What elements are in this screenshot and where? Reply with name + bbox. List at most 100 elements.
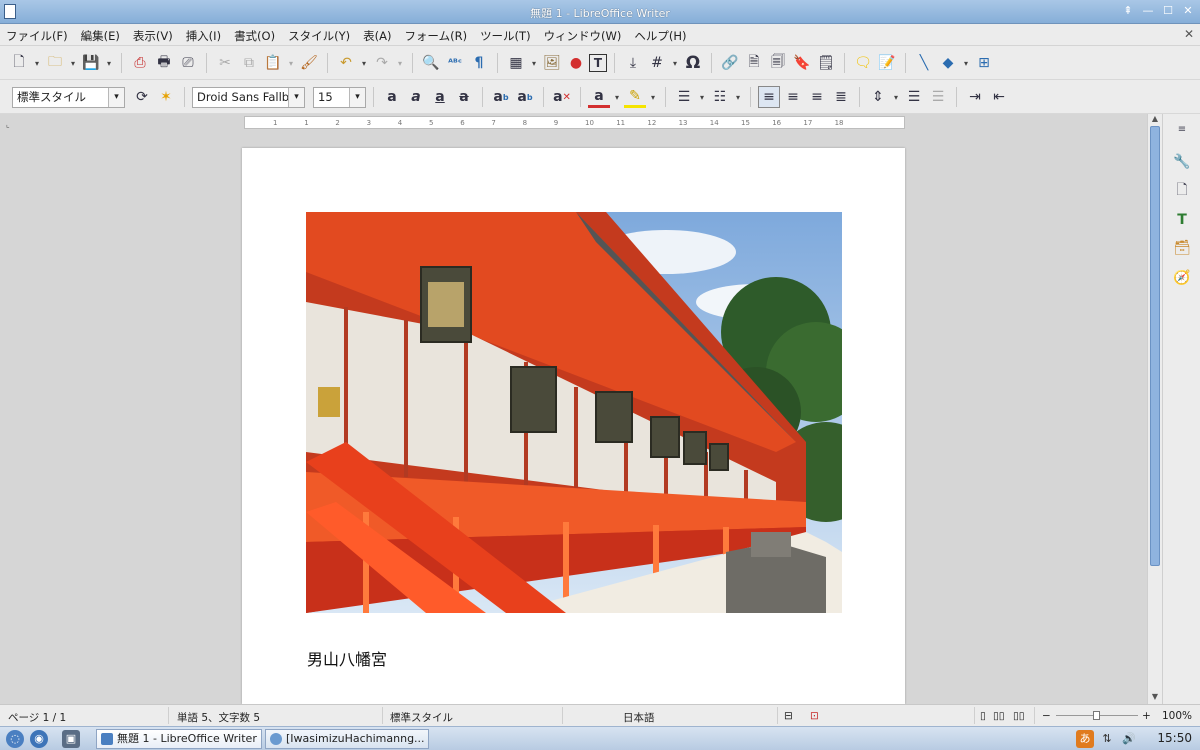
update-style-icon[interactable]: ⟳ bbox=[131, 86, 153, 108]
find-replace-icon[interactable]: 🔍 bbox=[420, 52, 442, 74]
redo-icon[interactable]: ↷ bbox=[371, 52, 393, 74]
status-language[interactable]: 日本語 bbox=[623, 710, 655, 725]
minimize-button[interactable]: — bbox=[1142, 4, 1154, 18]
clone-formatting-icon[interactable]: 🖌 bbox=[298, 52, 320, 74]
word-count[interactable]: 単語 5、文字数 5 bbox=[177, 710, 260, 725]
page-break-icon[interactable]: ⤓ bbox=[622, 52, 644, 74]
save-icon[interactable]: 💾 bbox=[80, 52, 102, 74]
styles-icon[interactable]: T bbox=[1172, 210, 1192, 230]
horizontal-ruler[interactable]: 1 1 2 3 4 5 6 7 8 9 10 11 12 13 14 15 16 17 18 bbox=[244, 116, 905, 129]
volume-icon[interactable]: 🔊 bbox=[1120, 730, 1138, 748]
align-left-icon[interactable]: ≡ bbox=[758, 86, 780, 108]
table-dropdown-icon[interactable]: ▾ bbox=[529, 52, 539, 74]
redo-dropdown-icon[interactable]: ▾ bbox=[395, 52, 405, 74]
status-page-style[interactable]: 標準スタイル bbox=[390, 710, 453, 725]
justify-icon[interactable]: ≣ bbox=[830, 86, 852, 108]
insert-line-icon[interactable]: ╲ bbox=[913, 52, 935, 74]
paste-icon[interactable]: 📋 bbox=[262, 52, 284, 74]
shade-window-icon[interactable]: ⇞ bbox=[1122, 4, 1134, 18]
comment-icon[interactable]: 🗨 bbox=[852, 52, 874, 74]
special-character-icon[interactable]: Ω bbox=[682, 52, 704, 74]
copy-icon[interactable]: ⧉ bbox=[238, 52, 260, 74]
align-center-icon[interactable]: ≡ bbox=[782, 86, 804, 108]
gallery-icon[interactable]: 🗃 bbox=[1172, 238, 1192, 258]
bookmark-icon[interactable]: 🔖 bbox=[791, 52, 813, 74]
close-window-button[interactable]: ✕ bbox=[1182, 4, 1194, 18]
align-right-icon[interactable]: ≡ bbox=[806, 86, 828, 108]
menu-form[interactable]: フォーム(R) bbox=[404, 28, 467, 44]
track-changes-icon[interactable]: 📝 bbox=[876, 52, 898, 74]
chevron-down-icon[interactable]: ▾ bbox=[349, 87, 365, 107]
new-style-icon[interactable]: ✶ bbox=[155, 86, 177, 108]
line-spacing-dropdown-icon[interactable]: ▾ bbox=[891, 86, 901, 108]
new-document-icon[interactable]: 🗋 bbox=[8, 52, 30, 74]
tab-stop-icon[interactable]: ⌞ bbox=[6, 120, 10, 129]
scroll-thumb[interactable] bbox=[1150, 126, 1160, 566]
menu-table[interactable]: 表(A) bbox=[363, 28, 391, 44]
endnote-icon[interactable]: 🗐 bbox=[767, 52, 789, 74]
network-icon[interactable]: ⇅ bbox=[1098, 730, 1116, 748]
superscript-icon[interactable]: ab bbox=[490, 86, 512, 108]
highlight-color-icon[interactable]: ✎ bbox=[624, 86, 646, 108]
hyperlink-icon[interactable]: 🔗 bbox=[719, 52, 741, 74]
basic-shapes-icon[interactable]: ◆ bbox=[937, 52, 959, 74]
page-count[interactable]: ページ 1 / 1 bbox=[8, 710, 66, 725]
task-browser-button[interactable]: [IwasimizuHachimanng... bbox=[265, 729, 429, 749]
decrease-indent-icon[interactable]: ⇤ bbox=[988, 86, 1010, 108]
ime-indicator-icon[interactable]: あ bbox=[1076, 730, 1094, 748]
undo-dropdown-icon[interactable]: ▾ bbox=[359, 52, 369, 74]
spelling-icon[interactable]: ᴬᴮᶜ bbox=[444, 52, 466, 74]
line-spacing-icon[interactable]: ⇕ bbox=[867, 86, 889, 108]
increase-indent-icon[interactable]: ⇥ bbox=[964, 86, 986, 108]
insert-textbox-icon[interactable]: T bbox=[589, 54, 607, 72]
cut-icon[interactable]: ✂ bbox=[214, 52, 236, 74]
field-dropdown-icon[interactable]: ▾ bbox=[670, 52, 680, 74]
menu-styles[interactable]: スタイル(Y) bbox=[288, 28, 350, 44]
export-pdf-icon[interactable]: ⎙ bbox=[129, 52, 151, 74]
font-color-icon[interactable]: a bbox=[588, 86, 610, 108]
shrine-photo[interactable] bbox=[306, 212, 842, 613]
save-dropdown-icon[interactable]: ▾ bbox=[104, 52, 114, 74]
insert-field-icon[interactable]: # bbox=[646, 52, 668, 74]
browser-launcher-icon[interactable]: ◉ bbox=[30, 730, 48, 748]
bullet-dropdown-icon[interactable]: ▾ bbox=[697, 86, 707, 108]
shapes-dropdown-icon[interactable]: ▾ bbox=[961, 52, 971, 74]
maximize-button[interactable]: ☐ bbox=[1162, 4, 1174, 18]
paragraph-style-combo[interactable]: 標準スタイル ▾ bbox=[12, 86, 125, 108]
clear-formatting-icon[interactable]: a ✕ bbox=[551, 86, 573, 108]
menu-help[interactable]: ヘルプ(H) bbox=[634, 28, 686, 44]
navigator-icon[interactable]: 🧭 bbox=[1172, 268, 1192, 288]
insert-chart-icon[interactable]: ● bbox=[565, 52, 587, 74]
bold-icon[interactable]: a bbox=[381, 86, 403, 108]
open-dropdown-icon[interactable]: ▾ bbox=[68, 52, 78, 74]
draw-functions-icon[interactable]: ⊞ bbox=[973, 52, 995, 74]
menu-insert[interactable]: 挿入(I) bbox=[186, 28, 221, 44]
scroll-up-icon[interactable]: ▲ bbox=[1148, 114, 1162, 126]
insert-image-icon[interactable]: 🖼 bbox=[541, 52, 563, 74]
vertical-scrollbar[interactable]: ▲ ▼ bbox=[1147, 114, 1162, 704]
menu-tools[interactable]: ツール(T) bbox=[480, 28, 531, 44]
document-caption[interactable]: 男山八幡宮 bbox=[307, 646, 387, 670]
decrease-paragraph-spacing-icon[interactable]: ☰ bbox=[927, 86, 949, 108]
menu-format[interactable]: 書式(O) bbox=[234, 28, 275, 44]
print-preview-icon[interactable]: ⎚ bbox=[177, 52, 199, 74]
single-page-view-icon[interactable]: ▯ bbox=[980, 710, 986, 722]
menu-window[interactable]: ウィンドウ(W) bbox=[544, 28, 622, 44]
clock[interactable]: 15:50 bbox=[1157, 731, 1192, 745]
chevron-down-icon[interactable]: ▾ bbox=[108, 87, 124, 107]
menu-edit[interactable]: 編集(E) bbox=[81, 28, 120, 44]
bullet-list-icon[interactable]: ☰ bbox=[673, 86, 695, 108]
open-folder-icon[interactable]: 🗀 bbox=[44, 52, 66, 74]
close-document-icon[interactable]: ✕ bbox=[1184, 27, 1194, 41]
show-desktop-icon[interactable]: ▣ bbox=[62, 730, 80, 748]
insert-table-icon[interactable]: ▦ bbox=[505, 52, 527, 74]
footnote-icon[interactable]: 🗎 bbox=[743, 52, 765, 74]
multi-page-view-icon[interactable]: ▯▯ bbox=[993, 710, 1005, 722]
numbered-dropdown-icon[interactable]: ▾ bbox=[733, 86, 743, 108]
digital-signature-icon[interactable]: ⊡ bbox=[810, 710, 819, 722]
chevron-down-icon[interactable]: ▾ bbox=[288, 87, 304, 107]
font-name-combo[interactable]: Droid Sans Fallba ▾ bbox=[192, 86, 305, 108]
insert-mode-icon[interactable]: ⊟ bbox=[784, 710, 793, 722]
font-size-combo[interactable]: 15 ▾ bbox=[313, 86, 366, 108]
numbered-list-icon[interactable]: ☷ bbox=[709, 86, 731, 108]
